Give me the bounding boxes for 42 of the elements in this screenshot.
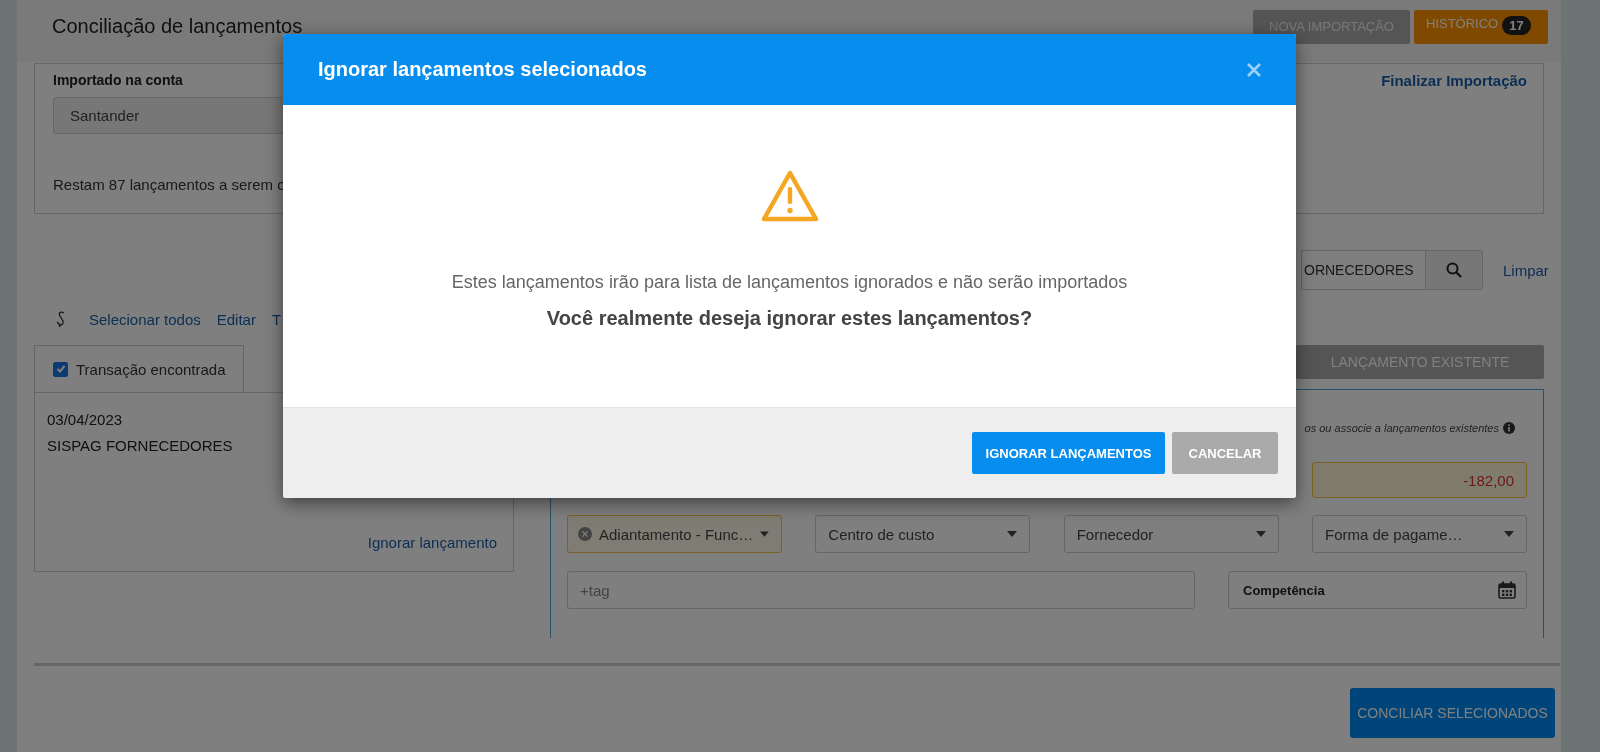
close-icon[interactable] <box>1246 61 1262 78</box>
transaction-date: 03/04/2023 <box>47 410 124 430</box>
check-icon <box>55 364 66 374</box>
info-icon <box>1503 422 1515 434</box>
transaction-description: SISPAG FORNECEDORES <box>47 436 234 456</box>
calendar-icon <box>1498 581 1516 599</box>
ignore-link[interactable]: Ignorar lançamento <box>367 534 497 551</box>
reconcile-button[interactable]: CONCILIAR SELECIONADOS <box>1350 688 1555 738</box>
dropdown[interactable]: Centro de custo <box>815 515 1031 553</box>
search-field[interactable]: ORNECEDORES <box>1301 250 1425 290</box>
dropdown[interactable]: Fornecedor <box>1063 515 1279 553</box>
search-button[interactable] <box>1425 250 1483 290</box>
dialog-question: Você realmente deseja ignorar estes lançamentos? <box>546 307 1033 330</box>
page-title: Conciliação de lançamentos <box>52 15 303 38</box>
checkbox[interactable] <box>53 361 68 377</box>
ignore-button[interactable]: IGNORAR LANÇAMENTOS <box>972 432 1165 474</box>
clear-icon[interactable] <box>578 526 592 542</box>
warning-icon <box>760 170 819 222</box>
clear-link[interactable]: Limpar <box>1503 261 1553 279</box>
caret-icon <box>1007 531 1018 537</box>
toolbar-link[interactable]: T <box>271 310 282 328</box>
date-field[interactable]: Competência <box>1228 571 1527 609</box>
caret-icon <box>1255 531 1266 537</box>
history-button[interactable]: HISTÓRICO 17 <box>1414 10 1548 44</box>
cancel-button[interactable]: CANCELAR <box>1172 432 1278 474</box>
amount-field[interactable]: -182,00 <box>1312 462 1527 498</box>
account-label: Importado na conta <box>53 72 183 88</box>
dropdown[interactable]: Adiantamento - Func… <box>567 515 782 553</box>
dialog-title: Ignorar lançamentos selecionados <box>318 58 647 81</box>
tab-label: Transação encontrada <box>76 360 226 378</box>
toolbar-link[interactable]: Editar <box>216 310 256 328</box>
dialog-message: Estes lançamentos irão para lista de lançamentos ignorados e não serão importados <box>451 272 1128 293</box>
caret-icon <box>1504 531 1514 537</box>
finish-import-link[interactable]: Finalizar Importação <box>1381 71 1527 89</box>
dropdown[interactable]: Forma de pagame… <box>1312 515 1527 553</box>
transaction-tab[interactable]: Transação encontrada <box>34 345 244 392</box>
search-icon <box>1446 262 1462 278</box>
toolbar-link[interactable]: Selecionar todos <box>89 310 201 328</box>
tag-field[interactable]: +tag <box>567 571 1195 609</box>
hint-text: os ou associe a lançamentos existentes <box>1304 422 1499 434</box>
count-badge: 17 <box>1502 16 1531 35</box>
caret-icon <box>760 531 769 537</box>
